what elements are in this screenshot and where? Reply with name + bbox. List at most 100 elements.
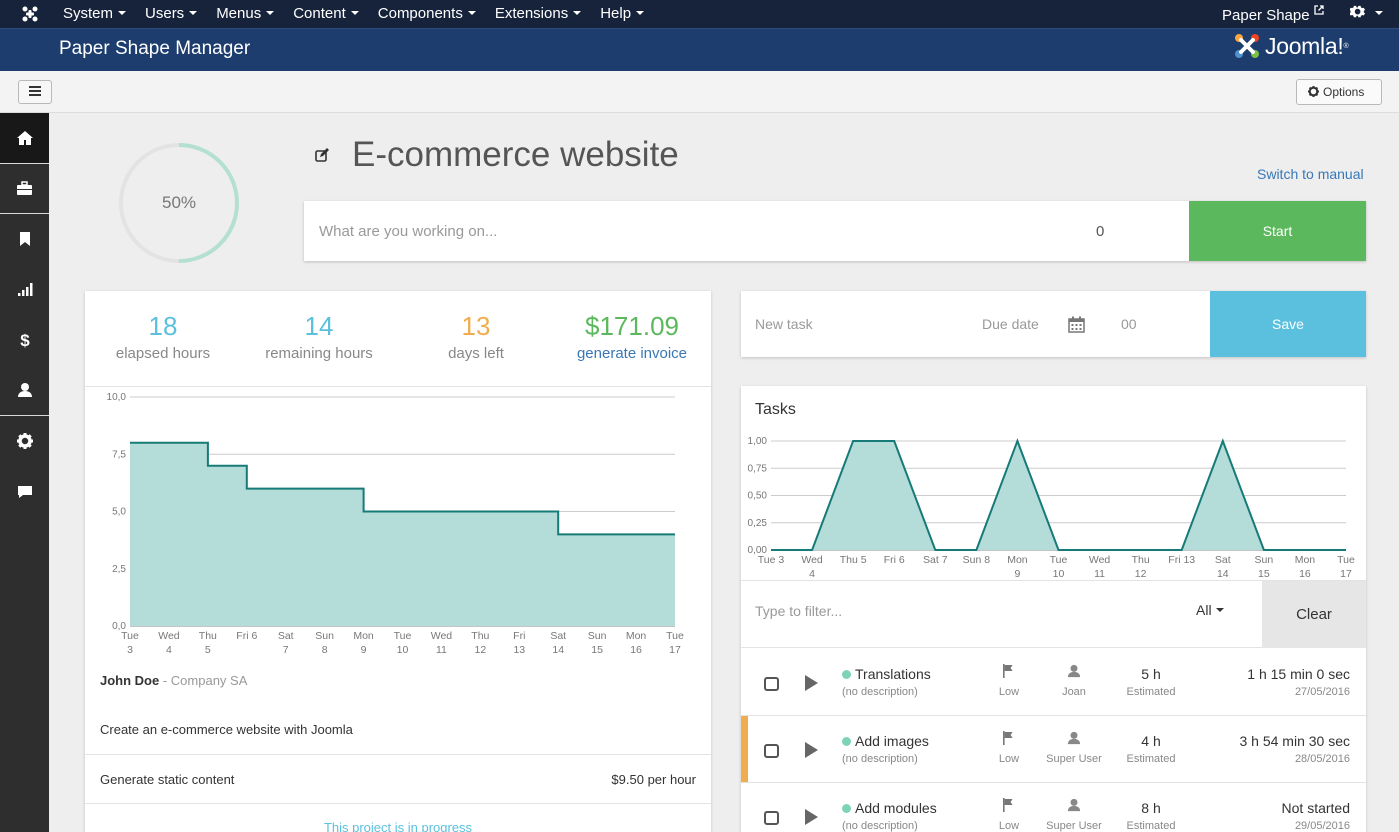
x-tick-label: Sat (1215, 554, 1231, 566)
task-estimate-label: Estimated (1126, 820, 1176, 832)
task-priority: Low (998, 820, 1020, 832)
progress-ring: 50% (117, 141, 241, 265)
task-name[interactable]: Add modules (855, 800, 937, 816)
user-icon (1067, 664, 1081, 683)
task-row[interactable]: Translations (no description) Low Joan 5 h Es… (741, 649, 1366, 716)
brand-wordmark: Joomla! (1265, 32, 1344, 59)
sidebar-item-reports[interactable] (0, 265, 49, 316)
chevron-down-icon (573, 11, 582, 15)
task-name[interactable]: Translations (855, 666, 931, 682)
hours-input[interactable]: 00 (1121, 316, 1137, 332)
edit-icon (315, 148, 329, 162)
stat-days-left: 13 days left (398, 311, 554, 362)
play-icon[interactable] (805, 675, 818, 691)
generate-invoice-link[interactable]: generate invoice (554, 345, 710, 362)
gear-icon (16, 433, 33, 450)
sidebar-item-invoices[interactable]: $ (0, 315, 49, 366)
task-filter-select[interactable]: All (1196, 602, 1224, 618)
task-assignee: Super User (1046, 753, 1102, 765)
task-checkbox[interactable] (764, 677, 779, 691)
menu-help[interactable]: Help (600, 5, 645, 22)
switch-to-manual-link[interactable]: Switch to manual (1257, 166, 1364, 182)
chevron-down-icon (350, 11, 359, 15)
clear-filter-button[interactable]: Clear (1262, 581, 1366, 648)
x-tick-label: 10 (1053, 568, 1065, 580)
menu-menus[interactable]: Menus (216, 5, 275, 22)
y-tick-label: 0,75 (748, 463, 768, 474)
y-tick-label: 0,50 (748, 491, 768, 502)
x-tick-label: Wed (431, 630, 453, 642)
x-tick-label: Tue (121, 630, 139, 642)
rate-label: Generate static content (100, 772, 235, 787)
user-settings-menu[interactable] (1349, 4, 1384, 24)
calendar-icon[interactable] (1068, 316, 1085, 333)
play-icon[interactable] (805, 742, 818, 758)
options-button[interactable]: Options (1296, 79, 1382, 105)
sidebar-item-home[interactable] (0, 113, 49, 164)
days-left-label: days left (448, 345, 504, 362)
x-tick-label: 9 (361, 644, 367, 656)
user-icon (17, 383, 32, 398)
x-tick-label: 16 (630, 644, 642, 656)
task-priority: Low (998, 686, 1020, 698)
menu-system[interactable]: System (63, 5, 127, 22)
timer-value[interactable]: 0 (1096, 223, 1104, 240)
x-tick-label: 10 (397, 644, 409, 656)
menu-components[interactable]: Components (378, 5, 476, 22)
sidebar-item-bookmarks[interactable] (0, 214, 49, 265)
sidebar-item-projects[interactable] (0, 164, 49, 214)
task-date: 28/05/2016 (1294, 753, 1350, 765)
x-tick-label: 15 (591, 644, 603, 656)
start-button[interactable]: Start (1189, 201, 1366, 261)
task-row[interactable]: Add modules (no description) Low Super User… (741, 783, 1366, 832)
remaining-hours-value: 14 (304, 311, 334, 341)
stat-invoice: $171.09 generate invoice (554, 311, 710, 362)
sidebar-toggle-button[interactable] (18, 80, 52, 104)
joomla-logo-icon[interactable] (21, 5, 39, 23)
task-status-dot (842, 737, 851, 746)
task-assignee: Joan (1062, 686, 1086, 698)
task-filter-input[interactable]: Type to filter... (755, 603, 842, 619)
sidebar-item-clients[interactable] (0, 366, 49, 416)
chevron-down-icon (189, 11, 198, 15)
bar-chart-icon (17, 283, 32, 297)
site-link[interactable]: Paper Shape (1222, 5, 1324, 24)
play-icon[interactable] (805, 809, 818, 825)
x-tick-label: Sat 7 (923, 554, 948, 566)
edit-project-button[interactable] (315, 148, 329, 167)
working-on-input[interactable]: What are you working on... (319, 223, 497, 240)
x-tick-label: Sun (315, 630, 334, 642)
due-date-input[interactable]: Due date (982, 316, 1039, 332)
save-task-button[interactable]: Save (1210, 291, 1366, 357)
task-row[interactable]: Add images (no description) Low Super User 4… (741, 716, 1366, 783)
user-icon (1067, 798, 1081, 817)
sidebar-item-settings[interactable] (0, 416, 49, 467)
menu-extensions[interactable]: Extensions (495, 5, 582, 22)
y-tick-label: 0,25 (748, 518, 768, 529)
x-tick-label: Tue 3 (758, 554, 785, 566)
task-name[interactable]: Add images (855, 733, 929, 749)
menu-users[interactable]: Users (145, 5, 198, 22)
x-tick-label: Fri 6 (884, 554, 905, 566)
x-tick-label: 14 (552, 644, 564, 656)
x-tick-label: Tue (1337, 554, 1355, 566)
client-info: John Doe - Company SA (100, 673, 247, 688)
task-estimate-label: Estimated (1126, 686, 1176, 698)
x-tick-label: 13 (513, 644, 525, 656)
menu-content[interactable]: Content (293, 5, 359, 22)
task-filter-select-value: All (1196, 602, 1212, 618)
menu-icon (29, 86, 41, 96)
new-task-input[interactable]: New task (755, 316, 813, 332)
y-tick-label: 7,5 (112, 449, 126, 460)
page-title: Paper Shape Manager (59, 38, 251, 59)
task-checkbox[interactable] (764, 744, 779, 758)
new-task-bar: New task Due date 00 Save (741, 291, 1366, 357)
project-description: Create an e-commerce website with Joomla (100, 722, 353, 737)
task-checkbox[interactable] (764, 811, 779, 825)
task-estimate-label: Estimated (1126, 753, 1176, 765)
x-tick-label: Sun (1255, 554, 1274, 566)
sidebar-item-messages[interactable] (0, 467, 49, 518)
x-tick-label: 7 (283, 644, 289, 656)
client-company: - Company SA (159, 673, 248, 688)
x-tick-label: 9 (1015, 568, 1021, 580)
